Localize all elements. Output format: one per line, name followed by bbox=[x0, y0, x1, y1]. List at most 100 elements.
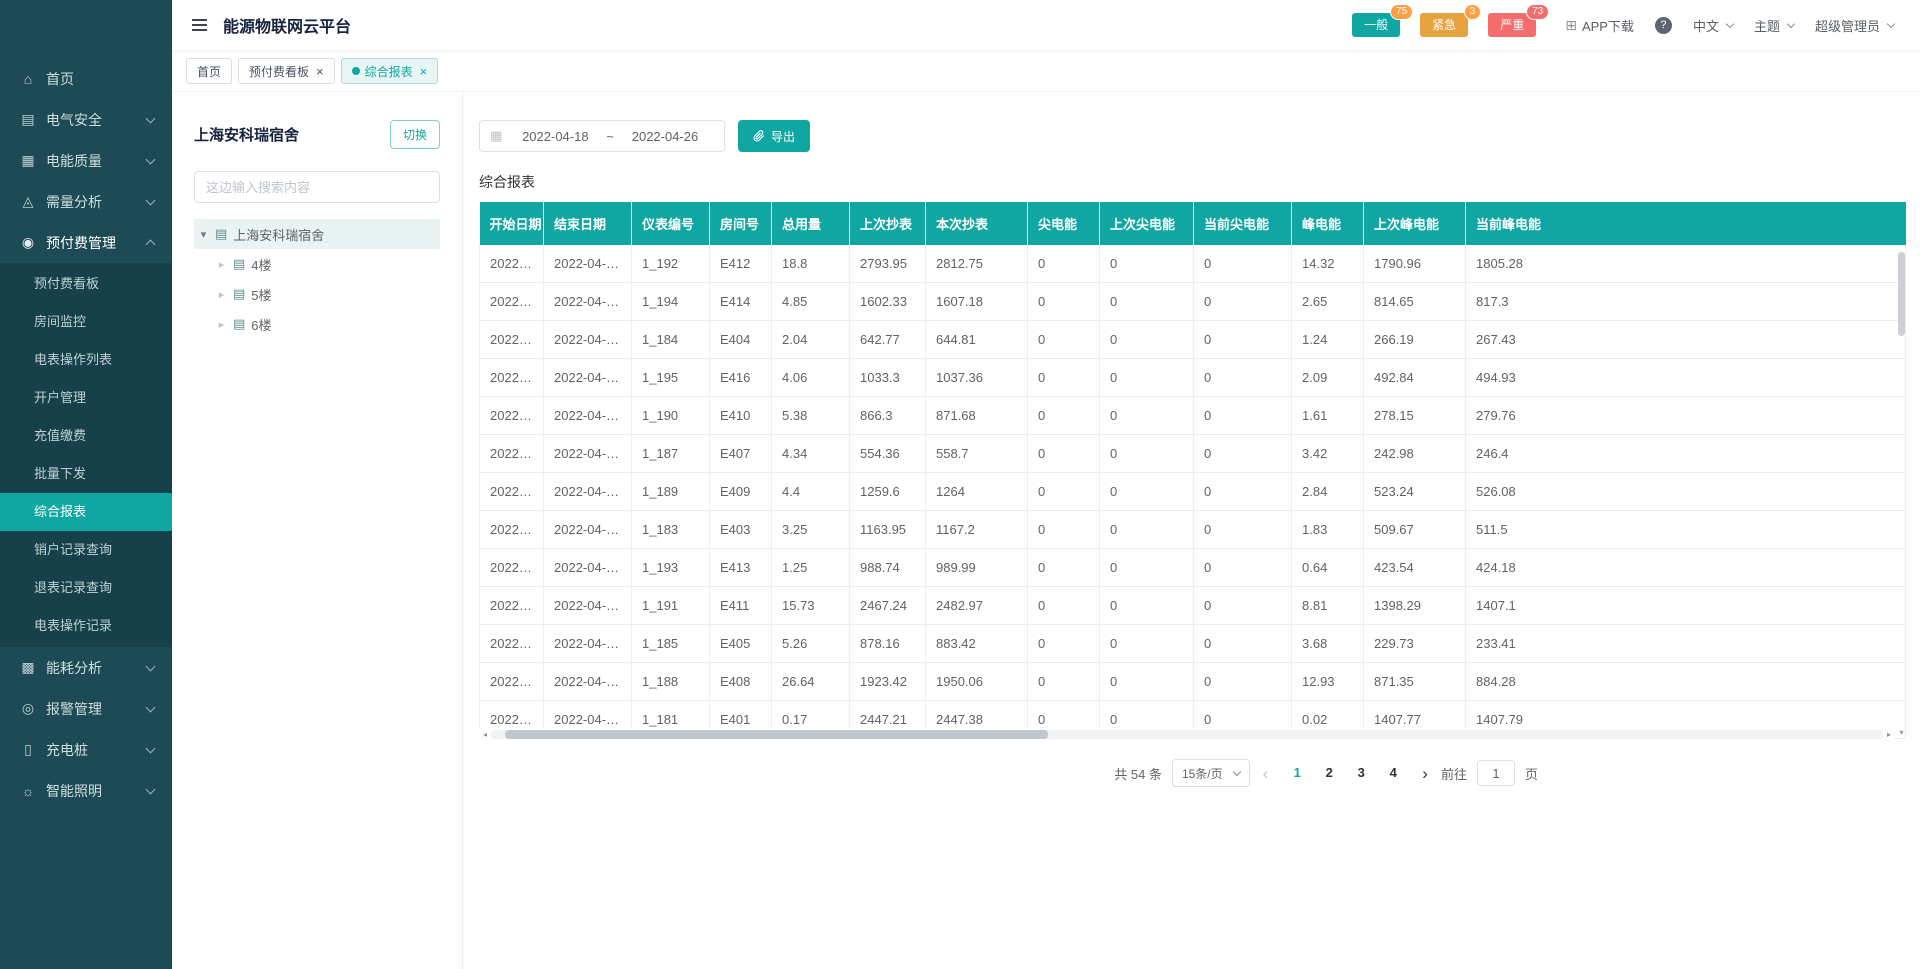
tree-search-input[interactable] bbox=[194, 171, 440, 203]
page-size-select[interactable]: 15条/页 bbox=[1172, 759, 1250, 787]
table-row[interactable]: 2022-0...2022-04-26 ...1_185E4055.26878.… bbox=[480, 625, 1906, 663]
column-header[interactable]: 仪表编号 bbox=[632, 202, 710, 245]
tree-node-floor-4[interactable]: ▸▤4楼 bbox=[194, 249, 440, 279]
page-2-button[interactable]: 2 bbox=[1316, 760, 1342, 786]
caret-right-icon[interactable]: ▸ bbox=[216, 258, 227, 271]
table-row[interactable]: 2022-0...2022-04-26 ...1_193E4131.25988.… bbox=[480, 549, 1906, 587]
column-header[interactable]: 开始日期 bbox=[480, 202, 544, 245]
table-cell: 0 bbox=[1028, 473, 1100, 511]
table-row[interactable]: 2022-0...2022-04-26 ...1_187E4074.34554.… bbox=[480, 435, 1906, 473]
sidebar-item-alarm-management[interactable]: ◎报警管理 bbox=[0, 688, 172, 729]
page-4-button[interactable]: 4 bbox=[1380, 760, 1406, 786]
page-1-button[interactable]: 1 bbox=[1284, 760, 1310, 786]
sidebar-item-energy-analysis[interactable]: ▩能耗分析 bbox=[0, 647, 172, 688]
sidebar-subitem-comprehensive-report[interactable]: 综合报表 bbox=[0, 493, 172, 531]
alarm-critical-count-badge: 73 bbox=[1526, 4, 1549, 20]
language-select[interactable]: 中文 bbox=[1693, 16, 1733, 35]
scroll-left-icon[interactable]: ◂ bbox=[479, 730, 491, 739]
table-row[interactable]: 2022-0...2022-04-26 ...1_188E40826.64192… bbox=[480, 663, 1906, 701]
collapse-menu-icon[interactable] bbox=[190, 15, 209, 35]
sidebar-subitem-meter-operation-records[interactable]: 电表操作记录 bbox=[0, 607, 172, 645]
tree-node-root[interactable]: ▾ ▤ 上海安科瑞宿舍 bbox=[194, 219, 440, 249]
close-tab-icon[interactable]: × bbox=[316, 65, 324, 78]
scroll-right-icon[interactable]: ▸ bbox=[1883, 730, 1895, 739]
tab-home[interactable]: 首页 bbox=[186, 58, 232, 84]
tab-label: 预付费看板 bbox=[249, 63, 309, 80]
topbar: 能源物联网云平台 一般75紧急3严重73 ⊞ APP下载 ? 中文 主题 超级管… bbox=[172, 0, 1920, 50]
table-cell: 1_188 bbox=[632, 663, 710, 701]
sidebar-subitem-recharge[interactable]: 充值缴费 bbox=[0, 417, 172, 455]
report-toolbar: ▦ 2022-04-18 ~ 2022-04-26 导出 bbox=[479, 120, 1906, 152]
sidebar-subitem-prepaid-board[interactable]: 预付费看板 bbox=[0, 265, 172, 303]
sidebar-item-smart-lighting[interactable]: ☼智能照明 bbox=[0, 770, 172, 811]
horizontal-scroll-thumb[interactable] bbox=[505, 730, 1048, 739]
column-header[interactable]: 上次尖电能 bbox=[1100, 202, 1194, 245]
table-row[interactable]: 2022-0...2022-04-26 ...1_195E4164.061033… bbox=[480, 359, 1906, 397]
scroll-down-icon[interactable]: ▾ bbox=[1897, 728, 1906, 737]
sidebar-item-prepaid[interactable]: ◉预付费管理 bbox=[0, 222, 172, 263]
caret-right-icon[interactable]: ▸ bbox=[216, 318, 227, 331]
sidebar-subitem-account-close-records[interactable]: 销户记录查询 bbox=[0, 531, 172, 569]
table-row[interactable]: 2022-0...2022-04-26 ...1_194E4144.851602… bbox=[480, 283, 1906, 321]
tree-node-floor-6[interactable]: ▸▤6楼 bbox=[194, 309, 440, 339]
table-row[interactable]: 2022-0...2022-04-26 ...1_191E41115.73246… bbox=[480, 587, 1906, 625]
table-cell: 511.5 bbox=[1466, 511, 1906, 549]
sidebar-subitem-room-monitor[interactable]: 房间监控 bbox=[0, 303, 172, 341]
column-header[interactable]: 结束日期 bbox=[544, 202, 632, 245]
theme-select[interactable]: 主题 bbox=[1754, 16, 1794, 35]
app-download-link[interactable]: ⊞ APP下载 bbox=[1565, 16, 1634, 35]
sidebar-item-home[interactable]: ⌂首页 bbox=[0, 58, 172, 99]
sidebar-subitem-meter-return-records[interactable]: 退表记录查询 bbox=[0, 569, 172, 607]
sidebar-item-demand-analysis[interactable]: ◬需量分析 bbox=[0, 181, 172, 222]
switch-building-button[interactable]: 切换 bbox=[390, 120, 440, 149]
chevron-down-icon bbox=[146, 113, 156, 123]
sidebar-subitem-account-open[interactable]: 开户管理 bbox=[0, 379, 172, 417]
user-name: 超级管理员 bbox=[1815, 16, 1880, 35]
sidebar-item-power-quality[interactable]: ▦电能质量 bbox=[0, 140, 172, 181]
table-row[interactable]: 2022-0...2022-04-26 ...1_190E4105.38866.… bbox=[480, 397, 1906, 435]
alarm-general-button[interactable]: 一般75 bbox=[1352, 13, 1400, 37]
next-page-button[interactable]: › bbox=[1419, 765, 1431, 782]
goto-page-input[interactable] bbox=[1477, 760, 1515, 786]
sidebar-item-electrical-safety[interactable]: ▤电气安全 bbox=[0, 99, 172, 140]
column-header[interactable]: 上次抄表 bbox=[850, 202, 926, 245]
sidebar-subitem-meter-operation-list[interactable]: 电表操作列表 bbox=[0, 341, 172, 379]
close-tab-icon[interactable]: × bbox=[420, 65, 428, 78]
date-range-picker[interactable]: ▦ 2022-04-18 ~ 2022-04-26 bbox=[479, 120, 725, 152]
tab-prepaid-board[interactable]: 预付费看板 × bbox=[238, 58, 335, 84]
horizontal-scroll-track[interactable] bbox=[491, 730, 1883, 739]
user-menu[interactable]: 超级管理员 bbox=[1815, 16, 1894, 35]
vertical-scrollbar[interactable]: ▾ bbox=[1897, 246, 1906, 725]
table-cell: 1950.06 bbox=[926, 663, 1028, 701]
sidebar-item-charging-pile[interactable]: ▯充电桩 bbox=[0, 729, 172, 770]
caret-right-icon[interactable]: ▸ bbox=[216, 288, 227, 301]
horizontal-scrollbar[interactable]: ◂ ▸ bbox=[479, 728, 1895, 740]
prev-page-button[interactable]: ‹ bbox=[1260, 765, 1272, 782]
table-row[interactable]: 2022-0...2022-04-26 ...1_189E4094.41259.… bbox=[480, 473, 1906, 511]
help-icon[interactable]: ? bbox=[1655, 17, 1672, 34]
column-header[interactable]: 尖电能 bbox=[1028, 202, 1100, 245]
column-header[interactable]: 本次抄表 bbox=[926, 202, 1028, 245]
table-row[interactable]: 2022-0...2022-04-26 ...1_192E41218.82793… bbox=[480, 245, 1906, 283]
column-header[interactable]: 当前峰电能 bbox=[1466, 202, 1906, 245]
table-cell: 278.15 bbox=[1364, 397, 1466, 435]
caret-down-icon[interactable]: ▾ bbox=[198, 228, 209, 241]
table-row[interactable]: 2022-0...2022-04-26 ...1_184E4042.04642.… bbox=[480, 321, 1906, 359]
sidebar-subitem-batch-send[interactable]: 批量下发 bbox=[0, 455, 172, 493]
export-button[interactable]: 导出 bbox=[738, 120, 810, 152]
tree-node-floor-5[interactable]: ▸▤5楼 bbox=[194, 279, 440, 309]
column-header[interactable]: 上次峰电能 bbox=[1364, 202, 1466, 245]
table-cell: E416 bbox=[710, 359, 772, 397]
column-header[interactable]: 当前尖电能 bbox=[1194, 202, 1292, 245]
alarm-urgent-button[interactable]: 紧急3 bbox=[1420, 13, 1468, 37]
language-label: 中文 bbox=[1693, 16, 1719, 35]
column-header[interactable]: 总用量 bbox=[772, 202, 850, 245]
table-row[interactable]: 2022-0...2022-04-26 ...1_183E4033.251163… bbox=[480, 511, 1906, 549]
tab-report[interactable]: 综合报表 × bbox=[341, 58, 439, 84]
column-header[interactable]: 峰电能 bbox=[1292, 202, 1364, 245]
alarm-critical-button[interactable]: 严重73 bbox=[1488, 13, 1536, 37]
column-header[interactable]: 房间号 bbox=[710, 202, 772, 245]
page-3-button[interactable]: 3 bbox=[1348, 760, 1374, 786]
tab-label: 综合报表 bbox=[365, 63, 413, 80]
vertical-scroll-thumb[interactable] bbox=[1898, 252, 1905, 336]
